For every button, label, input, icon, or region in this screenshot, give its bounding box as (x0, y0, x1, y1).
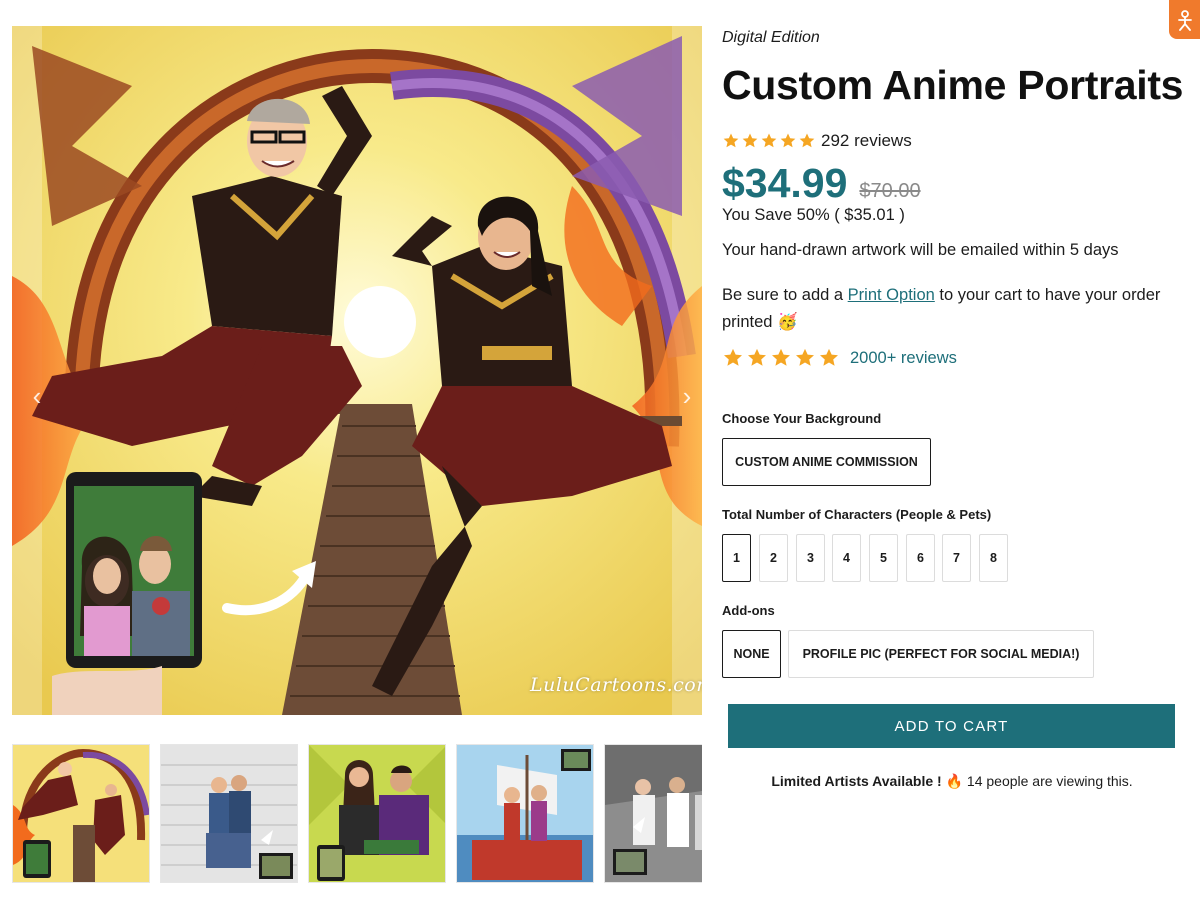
review-count: 292 reviews (821, 131, 912, 150)
addons-option-label: Add-ons (722, 603, 775, 618)
product-info-panel: Digital Edition Custom Anime Portraits 2… (722, 0, 1192, 912)
option-characters-7[interactable]: 7 (942, 534, 971, 582)
star-rating (722, 132, 816, 150)
person-icon (1177, 9, 1192, 31)
gallery-next-button[interactable]: › (676, 376, 698, 416)
thumbnail-2[interactable] (160, 744, 298, 883)
secondary-rating[interactable]: 2000+ reviews (722, 347, 957, 369)
option-characters-5[interactable]: 5 (869, 534, 898, 582)
print-note-before: Be sure to add a (722, 286, 848, 304)
product-main-image[interactable]: ‹ › LuluCartoons.com (12, 26, 702, 715)
edition-label: Digital Edition (722, 29, 820, 46)
thumbnail-image (309, 745, 445, 882)
star-icon (723, 133, 739, 148)
thumbnail-image (13, 745, 149, 882)
star-icon (799, 133, 815, 148)
reference-photo-phone (66, 472, 202, 668)
thumbnail-image (161, 745, 297, 882)
thumbnail-3[interactable] (308, 744, 446, 883)
delivery-text: Your hand-drawn artwork will be emailed … (722, 241, 1119, 259)
option-characters-4[interactable]: 4 (832, 534, 861, 582)
star-icon (724, 348, 742, 366)
rating-summary[interactable]: 292 reviews (722, 131, 912, 151)
chevron-left-icon: ‹ (32, 380, 42, 411)
option-characters-6[interactable]: 6 (906, 534, 935, 582)
urgency-rest: 14 people are viewing this. (963, 773, 1133, 789)
anime-portrait-artwork (12, 26, 702, 715)
gallery-prev-button[interactable]: ‹ (26, 376, 48, 416)
thumbnail-image (605, 745, 702, 882)
product-title: Custom Anime Portraits (722, 62, 1184, 108)
urgency-message: Limited Artists Available ! 🔥 14 people … (722, 773, 1182, 790)
option-characters-8[interactable]: 8 (979, 534, 1008, 582)
floating-widget-button[interactable] (1169, 0, 1200, 39)
star-icon (796, 348, 814, 366)
option-characters-2[interactable]: 2 (759, 534, 788, 582)
chevron-right-icon: › (682, 380, 692, 411)
sale-price: $34.99 (722, 160, 848, 206)
thumbnail-5[interactable] (604, 744, 702, 883)
star-icon (772, 348, 790, 366)
option-characters-3[interactable]: 3 (796, 534, 825, 582)
star-rating (722, 347, 840, 369)
print-option-note: Be sure to add a Print Option to your ca… (722, 282, 1182, 336)
background-option-label: Choose Your Background (722, 411, 882, 426)
thumbnail-image (457, 745, 593, 882)
option-characters-1[interactable]: 1 (722, 534, 751, 582)
star-icon (761, 133, 777, 148)
option-addon-profile-pic[interactable]: PROFILE PIC (PERFECT FOR SOCIAL MEDIA!) (788, 630, 1094, 678)
star-icon (780, 133, 796, 148)
option-addon-none[interactable]: NONE (722, 630, 781, 678)
price-row: $34.99 $70.00 (722, 160, 921, 207)
thumbnail-1[interactable] (12, 744, 150, 883)
reviews-link[interactable]: 2000+ reviews (850, 349, 957, 368)
star-icon (742, 133, 758, 148)
urgency-bold: Limited Artists Available ! 🔥 (771, 773, 964, 789)
thumbnail-strip (12, 744, 702, 884)
savings-text: You Save 50% ( $35.01 ) (722, 206, 905, 224)
compare-at-price: $70.00 (859, 180, 921, 202)
characters-option-label: Total Number of Characters (People & Pet… (722, 507, 992, 522)
watermark: LuluCartoons.com (530, 674, 702, 696)
option-background-custom-anime-commission[interactable]: CUSTOM ANIME COMMISSION (722, 438, 931, 486)
star-icon (748, 348, 766, 366)
star-icon (820, 348, 838, 366)
add-to-cart-button[interactable]: ADD TO CART (728, 704, 1175, 748)
print-option-link[interactable]: Print Option (848, 286, 935, 304)
thumbnail-4[interactable] (456, 744, 594, 883)
